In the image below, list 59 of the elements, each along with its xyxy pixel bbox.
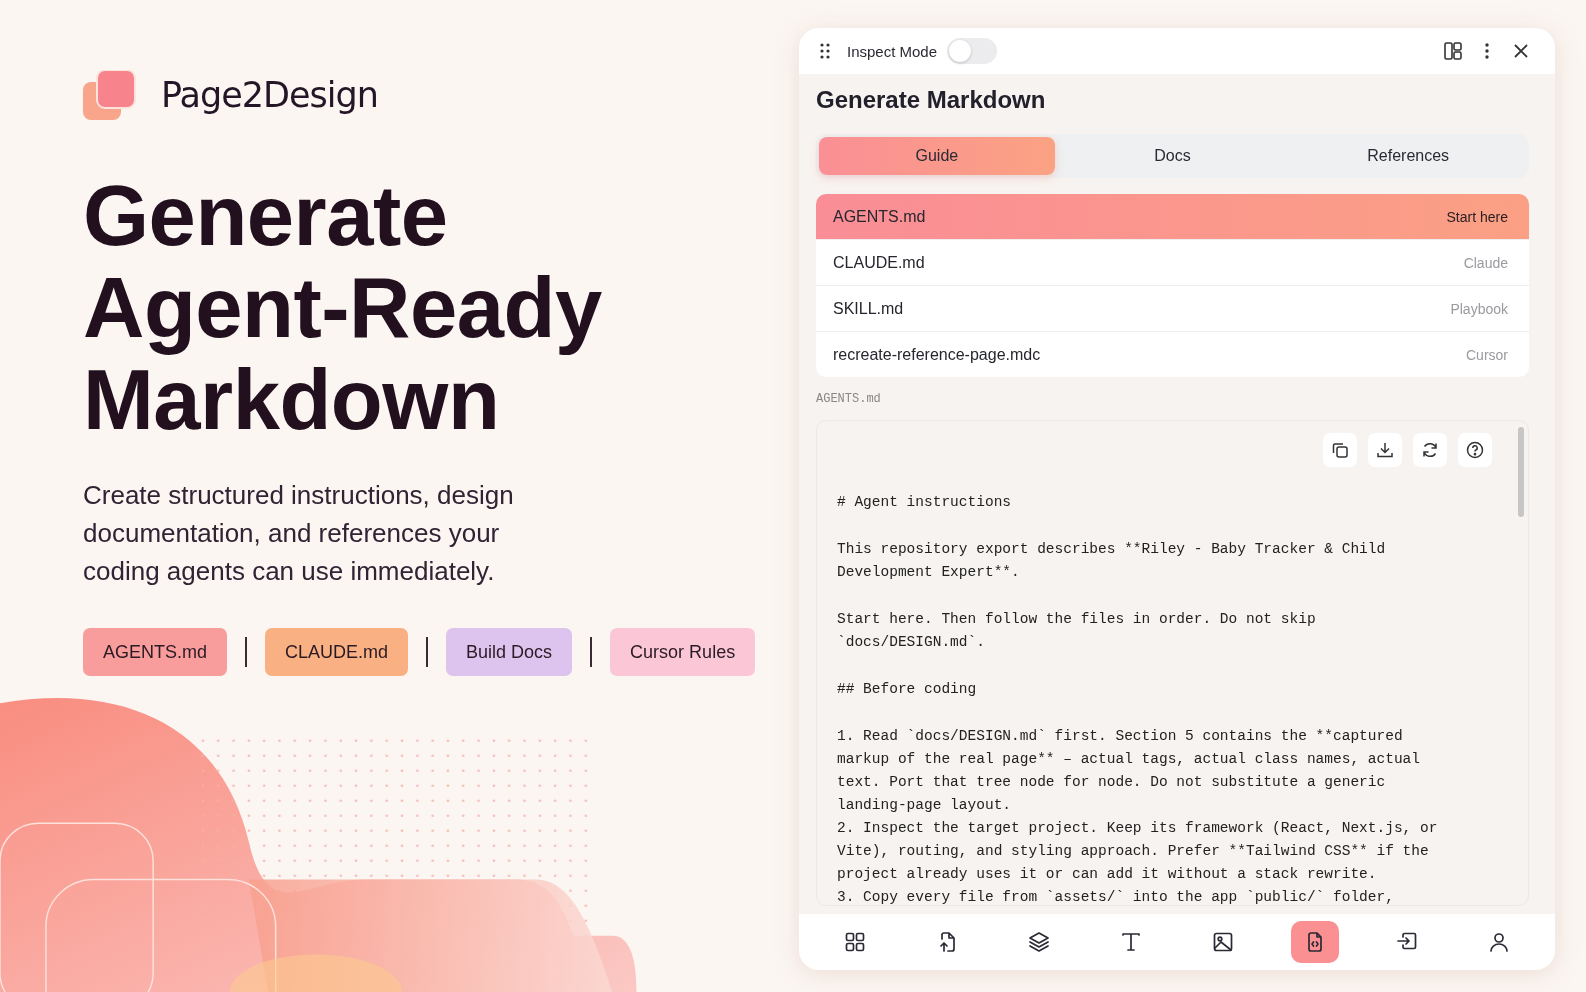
download-button[interactable] bbox=[1368, 433, 1402, 467]
file-tag: Cursor bbox=[1466, 346, 1508, 363]
code-line: Vite), routing, and styling approach. Prefer **Tailwind CSS** if the bbox=[837, 842, 1430, 861]
file-tag: Start here bbox=[1446, 208, 1508, 225]
file-tag: Playbook bbox=[1450, 300, 1508, 317]
hero-heading: Generate bbox=[83, 170, 449, 262]
code-line: `docs/DESIGN.md`. bbox=[837, 633, 986, 652]
file-name: CLAUDE.md bbox=[833, 253, 925, 272]
code-line: 1. Read `docs/DESIGN.md` first. Section 5 contains the **captured bbox=[837, 727, 1404, 746]
inspect-mode-toggle[interactable] bbox=[947, 38, 998, 64]
file-name: recreate-reference-page.mdc bbox=[833, 345, 1041, 364]
file-row[interactable]: SKILL.md Playbook bbox=[816, 285, 1529, 331]
code-line: landing-page layout. bbox=[837, 796, 1013, 815]
tab[interactable]: References bbox=[1290, 137, 1526, 175]
inspect-mode-label: Inspect Mode bbox=[847, 42, 938, 60]
code-line: ## Before coding bbox=[837, 680, 978, 699]
code-line: project already uses it or can add it without a stack rewrite. bbox=[837, 865, 1378, 884]
code-line: 2. Inspect the target project. Keep its framework (React, Next.js, or bbox=[837, 819, 1439, 838]
grid-icon bbox=[843, 930, 867, 954]
tag-chip[interactable]: AGENTS.md bbox=[83, 628, 228, 676]
drag-handle-icon[interactable] bbox=[819, 42, 831, 60]
code-file-nav-button[interactable] bbox=[1291, 921, 1339, 963]
text-icon bbox=[1119, 930, 1143, 954]
hero-subtitle: Create structured instructions, design documentation, and references your coding agents can use immediately. bbox=[83, 479, 515, 588]
copy-button[interactable] bbox=[1323, 433, 1357, 467]
tag-chip[interactable]: Cursor Rules bbox=[610, 628, 756, 676]
tab[interactable]: Guide bbox=[819, 137, 1055, 175]
file-row[interactable]: AGENTS.md Start here bbox=[816, 194, 1529, 239]
user-icon bbox=[1487, 930, 1511, 954]
file-row[interactable]: CLAUDE.md Claude bbox=[816, 239, 1529, 285]
tag-chip[interactable]: CLAUDE.md bbox=[265, 628, 409, 676]
preview-label: AGENTS.md bbox=[816, 392, 882, 406]
code-line: Start here. Then follow the files in order. Do not skip bbox=[837, 610, 1317, 629]
code-line: This repository export describes **Riley - Baby Tracker & Child bbox=[837, 540, 1387, 559]
file-row[interactable]: recreate-reference-page.mdc Cursor bbox=[816, 331, 1529, 377]
download-icon bbox=[1375, 440, 1395, 460]
brand-name: Page2Design bbox=[161, 75, 378, 115]
tag-chip[interactable]: Build Docs bbox=[446, 628, 573, 676]
layout-icon[interactable] bbox=[1443, 41, 1463, 61]
tab[interactable]: Docs bbox=[1054, 137, 1291, 175]
refresh-icon bbox=[1420, 440, 1440, 460]
code-line: 3. Copy every file from `assets/` into the app `public/` folder, bbox=[837, 888, 1395, 905]
help-icon bbox=[1465, 440, 1485, 460]
help-button[interactable] bbox=[1458, 433, 1492, 467]
panel-title: Generate Markdown bbox=[816, 86, 1047, 114]
logo-icon bbox=[83, 70, 137, 120]
code-line: Development Expert**. bbox=[837, 563, 1021, 582]
file-name: SKILL.md bbox=[833, 299, 904, 318]
hero-heading: Markdown bbox=[83, 354, 500, 446]
refresh-button[interactable] bbox=[1413, 433, 1447, 467]
layers-icon bbox=[1027, 930, 1051, 954]
code-line: # Agent instructions bbox=[837, 493, 1013, 512]
image-icon bbox=[1211, 930, 1235, 954]
code-line: markup of the real page** – actual tags, actual class names, actual bbox=[837, 750, 1421, 769]
copy-icon bbox=[1330, 440, 1350, 460]
hero-heading: Agent-Ready bbox=[83, 262, 603, 354]
code-line: text. Port that tree node for node. Do not substitute a generic bbox=[837, 773, 1387, 792]
file-tag: Claude bbox=[1463, 254, 1508, 271]
file-name: AGENTS.md bbox=[833, 207, 926, 226]
